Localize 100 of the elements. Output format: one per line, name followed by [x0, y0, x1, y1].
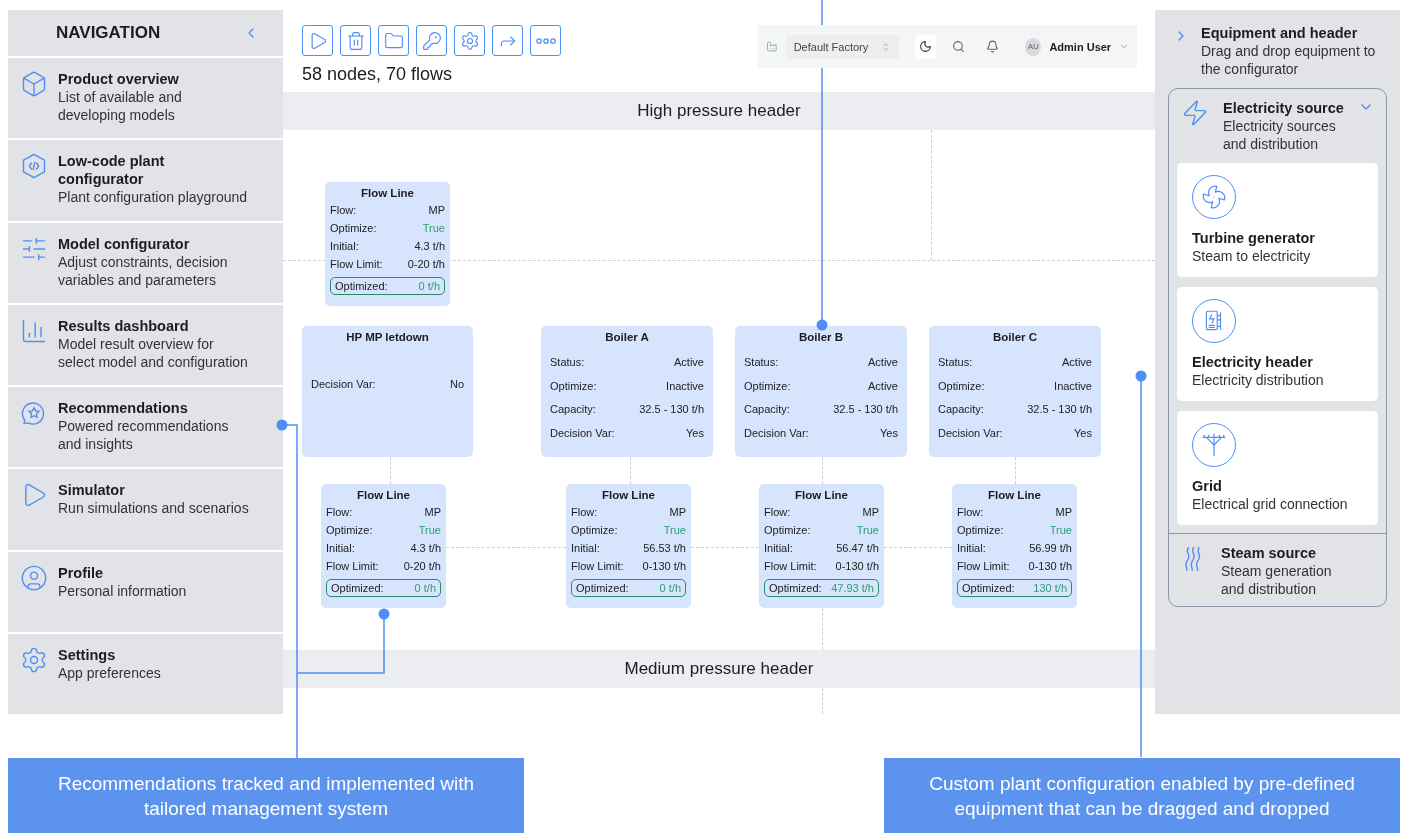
user-avatar[interactable]: AU — [1025, 37, 1042, 56]
field-label: Flow: — [330, 203, 357, 218]
equipment-card[interactable]: Electricity header Electricity distribution — [1177, 287, 1378, 401]
more-button[interactable] — [530, 25, 561, 56]
nav-item[interactable]: Model configurator Adjust constraints, decision variables and parameters — [8, 222, 283, 303]
equipment-card[interactable]: Turbine generator Steam to electricity — [1177, 163, 1378, 277]
node-title: Flow Line — [601, 489, 656, 501]
nav-item-title: Settings — [58, 645, 117, 664]
field-value: Yes — [880, 425, 898, 441]
equipment-node[interactable]: Boiler A Status: Active Optimize: Inactive Capacity: 32.5 - 130 t/h Decision Var: Yes — [541, 326, 713, 457]
callout-note: Recommendations tracked and implemented with tailored management system — [8, 758, 524, 833]
nav-item-description: Personal information — [58, 581, 187, 600]
result-label: Optimized: — [962, 582, 1015, 594]
panel-description: Drag and drop equipment to the configurator — [1201, 42, 1377, 78]
category-title: Steam source — [1221, 544, 1318, 562]
field-value: 0-20 t/h — [407, 257, 445, 272]
equipment-node[interactable]: HP MP letdown Decision Var: No — [302, 326, 473, 457]
field-label: Optimize: — [744, 378, 791, 394]
field-label: Flow Limit: — [571, 559, 624, 574]
field-value: Active — [868, 355, 898, 370]
settings-icon — [459, 30, 480, 51]
key-button[interactable] — [416, 25, 447, 56]
field-value: 56.53 t/h — [643, 541, 686, 556]
nav-item-title: Low-code plant configurator — [58, 152, 166, 189]
field-value: MP — [862, 505, 879, 520]
key-icon — [421, 30, 442, 51]
folder-button[interactable] — [378, 25, 409, 56]
field-value: 56.99 t/h — [1029, 541, 1072, 556]
nav-item[interactable]: Results dashboard Model result overview for select model and configuration — [8, 304, 283, 385]
equipment-name: Turbine generator — [1192, 229, 1316, 247]
nav-item[interactable]: Simulator Run simulations and scenarios — [8, 469, 283, 550]
callout-note: Custom plant configuration enabled by pre-defined equipment that can be dragged and dropped — [884, 758, 1400, 833]
nav-item-title: Profile — [58, 563, 105, 582]
nav-item-title: Simulator — [58, 481, 126, 500]
field-label: Optimize: — [938, 378, 985, 394]
equipment-category[interactable]: Steam source Steam generation and distribution — [1177, 544, 1378, 598]
equipment-node[interactable]: Boiler C Status: Active Optimize: Inactive Capacity: 32.5 - 130 t/h Decision Var: Yes — [929, 326, 1101, 457]
field-label: Flow Limit: — [764, 559, 817, 574]
settings-button[interactable] — [454, 25, 485, 56]
up-down-caret-icon — [880, 41, 891, 52]
equipment-card[interactable]: Grid Electrical grid connection — [1177, 411, 1378, 525]
field-label: Optimize: — [764, 523, 811, 538]
field-value: Inactive — [1054, 378, 1092, 394]
field-label: Optimize: — [957, 523, 1004, 538]
nav-item-description: Model result overview for select model and configuration — [58, 334, 249, 371]
trash-icon — [345, 30, 366, 51]
factory-icon — [766, 40, 778, 53]
category-title: Electricity source — [1223, 99, 1344, 117]
nav-item[interactable]: Settings App preferences — [8, 633, 283, 714]
factory-select[interactable]: Default Factory — [785, 34, 899, 59]
field-label: Capacity: — [550, 402, 596, 417]
field-label: Flow: — [957, 505, 984, 520]
field-label: Capacity: — [938, 402, 984, 417]
play-button[interactable] — [302, 25, 333, 56]
category-description: Steam generation and distribution — [1221, 562, 1333, 598]
result-value: 47.93 t/h — [831, 582, 874, 594]
dark-mode-button[interactable] — [914, 34, 937, 59]
field-label: Status: — [550, 355, 585, 370]
field-value: 0-130 t/h — [835, 559, 879, 574]
share-button[interactable] — [492, 25, 523, 56]
nav-item[interactable]: Product overview List of available and developing models — [8, 58, 283, 139]
node-title: Flow Line — [360, 187, 415, 199]
more-icon — [535, 37, 556, 44]
field-label: Flow: — [571, 505, 598, 520]
nav-item[interactable]: Profile Personal information — [8, 551, 283, 632]
field-value: MP — [424, 505, 441, 520]
field-value: 0-20 t/h — [403, 559, 441, 574]
equipment-name: Grid — [1192, 477, 1223, 495]
node-title: Boiler C — [991, 331, 1039, 343]
field-label: Initial: — [957, 541, 986, 556]
field-value: Active — [674, 355, 704, 370]
field-label: Optimize: — [326, 523, 373, 538]
delete-button[interactable] — [340, 25, 371, 56]
equipment-node[interactable]: Boiler B Status: Active Optimize: Active Capacity: 32.5 - 130 t/h Decision Var: Yes — [735, 326, 907, 457]
result-value: 130 t/h — [1033, 582, 1067, 594]
equipment-name: Electricity header — [1192, 353, 1314, 371]
equipment-category[interactable]: Electricity source Electricity sources and distribution — [1177, 99, 1378, 153]
bell-icon — [985, 40, 999, 53]
equipment-description: Steam to electricity — [1192, 247, 1312, 265]
field-value: 32.5 - 130 t/h — [1027, 402, 1092, 417]
node-count: 58 nodes, 70 flows — [302, 64, 454, 85]
field-value: MP — [1055, 505, 1072, 520]
nav-item-description: Run simulations and scenarios — [58, 499, 249, 518]
pressure-header: Medium pressure header — [283, 650, 1155, 688]
user-icon — [20, 563, 48, 592]
nav-item[interactable]: Low-code plant configurator Plant configuration playground — [8, 140, 283, 221]
cube-icon — [20, 70, 48, 98]
field-value: 32.5 - 130 t/h — [833, 402, 898, 417]
field-label: Optimize: — [571, 523, 618, 538]
field-label: Capacity: — [744, 402, 790, 417]
nav-item-title: Product overview — [58, 70, 180, 88]
node-title: Flow Line — [794, 489, 849, 501]
nav-item[interactable]: Recommendations Powered recommendations and insights — [8, 387, 283, 468]
field-label: Status: — [744, 355, 779, 370]
field-label: Initial: — [571, 541, 600, 556]
field-value: 0-130 t/h — [1028, 559, 1072, 574]
user-name[interactable]: Admin User — [1049, 40, 1112, 53]
field-value: True — [856, 523, 879, 538]
field-label: Initial: — [326, 541, 355, 556]
result-value: 0 t/h — [659, 582, 681, 594]
